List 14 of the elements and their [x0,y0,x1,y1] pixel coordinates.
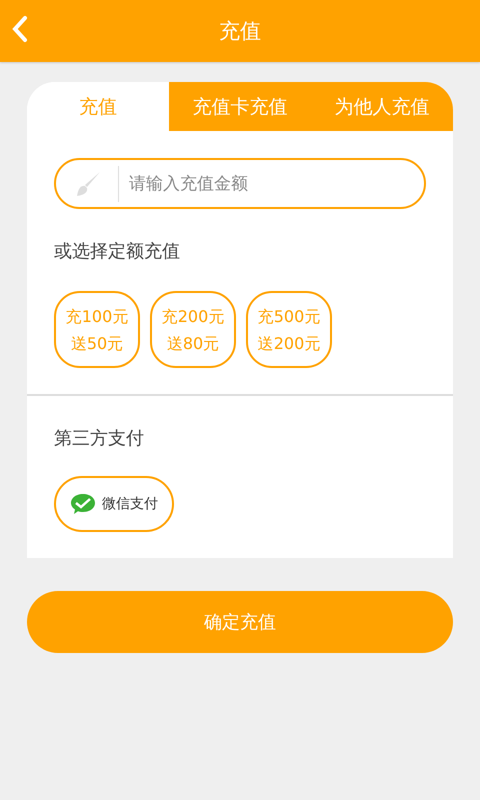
chat-check-icon [70,492,96,516]
tab[interactable]: 充值卡充值 [169,82,311,131]
page-title: 充值 [219,18,261,45]
amount-input[interactable]: 请输入充值金额 [127,172,424,194]
wechat-pay-button[interactable]: 微信支付 [54,476,174,532]
preset-option[interactable]: 充200元 送80元 [150,291,236,368]
preset-label: 或选择定额充值 [54,240,181,263]
preset-option[interactable]: 充500元 送200元 [246,291,332,368]
back-icon [10,14,30,44]
amount-field[interactable]: 请输入充值金额 [54,158,426,209]
payment-label: 第三方支付 [54,427,145,450]
tab[interactable]: 为他人充值 [311,82,453,131]
preset-option[interactable]: 充100元 送50元 [54,291,140,368]
confirm-button[interactable]: 确定充值 [27,591,453,653]
